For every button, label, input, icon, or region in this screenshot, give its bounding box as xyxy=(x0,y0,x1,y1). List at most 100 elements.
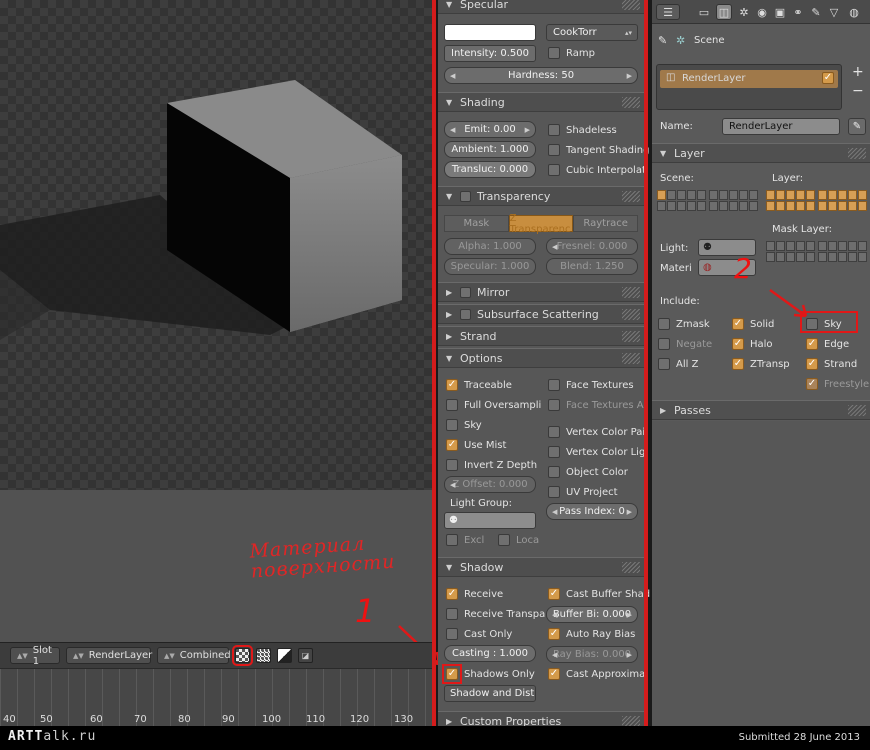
vertex-color-paint-checkbox[interactable]: Vertex Color Pai xyxy=(548,425,645,439)
draw-alpha-checker-icon[interactable] xyxy=(232,645,253,666)
negate-checkbox[interactable]: Negate xyxy=(658,337,712,351)
checkbox-box[interactable] xyxy=(548,379,560,391)
ray-bias-field[interactable]: ◀ Ray Bias: 0.000 ▶ xyxy=(546,646,638,663)
drag-grip-icon[interactable] xyxy=(622,353,640,364)
material-tab-icon[interactable]: ◍ xyxy=(846,4,862,20)
arrow-right-icon[interactable]: ▶ xyxy=(627,72,632,80)
render-layers-grid-a[interactable] xyxy=(766,190,815,211)
checkbox-box[interactable] xyxy=(548,144,560,156)
exclusive-checkbox[interactable]: Excl xyxy=(446,533,484,547)
slot-select[interactable]: ▲▼ Slot 1 xyxy=(10,645,60,667)
arrow-left-icon[interactable]: ◀ xyxy=(450,72,455,80)
sss-panel-header[interactable]: ▶ Subsurface Scattering xyxy=(438,304,644,324)
arrow-left-icon[interactable]: ◀ xyxy=(450,481,455,489)
render-layer-list-item[interactable]: ◫ RenderLayer ✓ xyxy=(660,70,838,88)
render-layers-grid-b[interactable] xyxy=(818,190,867,211)
mask-layers-grid-a[interactable] xyxy=(766,241,815,262)
arrow-right-icon[interactable]: ▶ xyxy=(627,508,632,516)
checkmark-icon[interactable]: ✓ xyxy=(806,378,818,390)
casting-alpha-field[interactable]: Casting : 1.000 xyxy=(444,645,536,662)
transparency-mode-raytrace[interactable]: Raytrace xyxy=(573,215,639,232)
render-layers-tab-icon[interactable]: ◫ xyxy=(716,4,732,20)
layer-panel-header[interactable]: ▼ Layer xyxy=(652,143,870,163)
render-layer-list[interactable]: ◫ RenderLayer ✓ xyxy=(656,64,842,110)
shading-panel-header[interactable]: ▼ Shading xyxy=(438,92,644,112)
z-offset-field[interactable]: ◀ Z Offset: 0.000 xyxy=(444,476,536,493)
halo-checkbox[interactable]: ✓ Halo xyxy=(732,337,773,351)
editor-type-icon[interactable]: ☰ xyxy=(656,4,680,20)
cast-approximate-checkbox[interactable]: ✓ Cast Approxima xyxy=(548,667,645,681)
render-layer-enabled-checkbox[interactable]: ✓ xyxy=(822,72,834,84)
checkmark-icon[interactable]: ✓ xyxy=(446,439,458,451)
strand-include-checkbox[interactable]: ✓ Strand xyxy=(806,357,857,371)
sss-enable-checkbox[interactable] xyxy=(460,308,471,320)
drag-grip-icon[interactable] xyxy=(622,0,640,10)
zmask-checkbox[interactable]: Zmask xyxy=(658,317,710,331)
alpha-field[interactable]: Alpha: 1.000 xyxy=(444,238,536,255)
transparency-enable-checkbox[interactable] xyxy=(460,190,471,202)
world-tab-icon[interactable]: ◉ xyxy=(754,4,770,20)
blend-field[interactable]: Blend: 1.250 xyxy=(546,258,638,275)
drag-grip-icon[interactable] xyxy=(622,97,640,108)
arrow-left-icon[interactable]: ◀ xyxy=(552,611,557,619)
drag-grip-icon[interactable] xyxy=(622,331,640,342)
checkmark-icon[interactable]: ✓ xyxy=(548,668,560,680)
drag-grip-icon[interactable] xyxy=(848,148,866,159)
mirror-enable-checkbox[interactable] xyxy=(460,286,471,298)
arrow-left-icon[interactable]: ◀ xyxy=(552,243,557,251)
arrow-right-icon[interactable]: ▶ xyxy=(627,611,632,619)
constraints-tab-icon[interactable]: ⚭ xyxy=(790,4,806,20)
light-group-field[interactable]: ⚉ xyxy=(444,512,536,529)
checkbox-box[interactable] xyxy=(548,399,560,411)
checkmark-icon[interactable]: ✓ xyxy=(806,338,818,350)
transparency-mode-selector[interactable]: Mask Z Transparenc Raytrace xyxy=(444,213,639,235)
ramp-checkbox[interactable]: Ramp xyxy=(548,46,595,60)
specular-color-swatch[interactable] xyxy=(444,24,536,41)
all-z-checkbox[interactable]: All Z xyxy=(658,357,698,371)
shadow-panel-header[interactable]: ▼ Shadow xyxy=(438,557,644,577)
tangent-shading-checkbox[interactable]: Tangent Shading xyxy=(548,143,649,157)
face-textures-alpha-checkbox[interactable]: Face Textures Al xyxy=(548,398,646,412)
fresnel-field[interactable]: ◀ Fresnel: 0.000 xyxy=(546,238,638,255)
mirror-panel-header[interactable]: ▶ Mirror xyxy=(438,282,644,302)
transparency-mode-ztransparency[interactable]: Z Transparenc xyxy=(508,213,574,235)
checkbox-box[interactable] xyxy=(548,446,560,458)
drag-grip-icon[interactable] xyxy=(622,287,640,298)
buffer-bias-field[interactable]: ◀ Buffer Bi: 0.000 ▶ xyxy=(546,606,638,623)
checkmark-icon[interactable]: ✓ xyxy=(548,588,560,600)
modifiers-tab-icon[interactable]: ✎ xyxy=(808,4,824,20)
checkmark-icon[interactable]: ✓ xyxy=(732,338,744,350)
sky-checkbox[interactable]: Sky xyxy=(446,418,482,432)
checkbox-box[interactable] xyxy=(548,124,560,136)
checkbox-box[interactable] xyxy=(548,486,560,498)
solid-checkbox[interactable]: ✓ Solid xyxy=(732,317,774,331)
strand-panel-header[interactable]: ▶ Strand xyxy=(438,326,644,346)
checkbox-box[interactable] xyxy=(658,318,670,330)
transparency-mode-mask[interactable]: Mask xyxy=(444,215,509,232)
emit-field[interactable]: ◀ Emit: 0.00 ▶ xyxy=(444,121,536,138)
checkbox-box[interactable] xyxy=(446,459,458,471)
drag-grip-icon[interactable] xyxy=(622,309,640,320)
render-preview-viewport[interactable] xyxy=(0,0,432,490)
checkbox-box[interactable] xyxy=(446,628,458,640)
scene-layers-grid-b[interactable] xyxy=(709,190,758,211)
arrow-right-icon[interactable]: ▶ xyxy=(525,126,530,134)
checkbox-box[interactable] xyxy=(548,466,560,478)
arrow-left-icon[interactable]: ◀ xyxy=(552,508,557,516)
layer-name-input[interactable]: RenderLayer xyxy=(722,118,840,135)
add-layer-button[interactable]: + xyxy=(852,64,864,80)
scene-breadcrumb[interactable]: Scene xyxy=(694,35,725,46)
checkmark-icon[interactable]: ✓ xyxy=(732,318,744,330)
full-oversampling-checkbox[interactable]: Full Oversampli xyxy=(446,398,541,412)
checkmark-icon[interactable]: ✓ xyxy=(732,358,744,370)
remove-layer-button[interactable]: − xyxy=(852,83,864,99)
uv-project-checkbox[interactable]: UV Project xyxy=(548,485,618,499)
scene-tab-icon[interactable]: ✲ xyxy=(736,4,752,20)
passes-panel-header[interactable]: ▶ Passes xyxy=(652,400,870,420)
draw-zbuffer-icon[interactable]: ◪ xyxy=(298,648,313,663)
checkbox-box[interactable] xyxy=(658,358,670,370)
pin-name-icon[interactable]: ✎ xyxy=(848,118,866,135)
checkmark-icon[interactable]: ✓ xyxy=(806,358,818,370)
receive-transparent-checkbox[interactable]: Receive Transpa xyxy=(446,607,545,621)
drag-grip-icon[interactable] xyxy=(622,562,640,573)
